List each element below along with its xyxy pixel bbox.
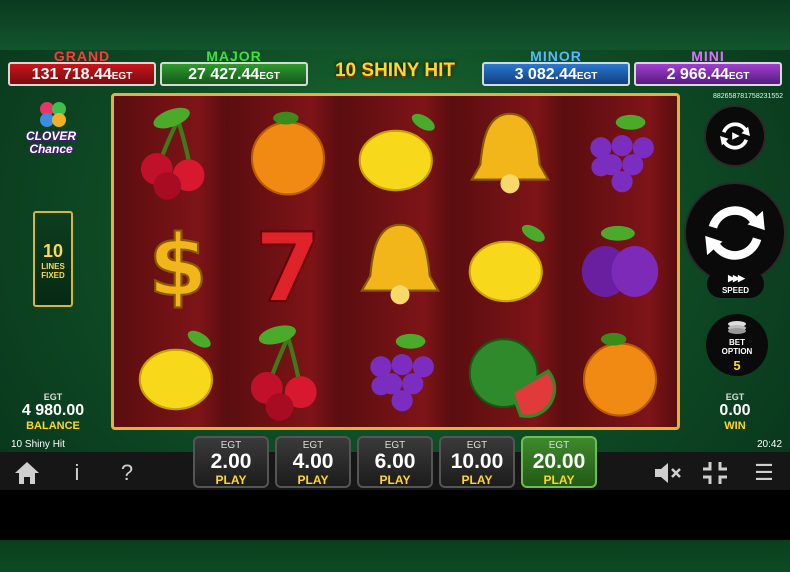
logo-line2: Chance: [29, 142, 73, 156]
help-icon: ?: [120, 460, 134, 485]
coins-icon: [728, 321, 746, 334]
bet-amount: 6.00: [374, 450, 416, 473]
bet-option-label-line1: BET: [729, 338, 745, 347]
symbol-dollar: $: [124, 210, 232, 316]
bet-amount: 4.00: [292, 450, 334, 473]
bet-amount: 2.00: [210, 450, 252, 473]
speed-icon: ▶▶▶: [728, 273, 745, 283]
bottom-green-strip: [0, 540, 790, 572]
bet-amount: 20.00: [532, 450, 586, 473]
menu-button[interactable]: ☰: [749, 459, 779, 487]
balance-label: BALANCE: [26, 420, 80, 432]
reels-area[interactable]: $ 7: [111, 93, 680, 430]
symbol-orange: [234, 99, 342, 205]
symbol-bell: [456, 99, 564, 205]
menu-icon: ☰: [754, 460, 774, 485]
symbol-bell: [346, 210, 454, 316]
sound-muted-icon: [655, 463, 681, 483]
jackpot-major-value: 27 427.44: [188, 66, 260, 83]
fullscreen-button[interactable]: [700, 459, 730, 487]
autoplay-button[interactable]: [704, 105, 766, 167]
symbol-lemon: [124, 318, 232, 424]
logo-text: CLOVER Chance: [16, 130, 86, 156]
bet-option-label: BET OPTION: [706, 338, 768, 356]
top-background: [0, 0, 790, 50]
jackpot-major-box: 27 427.44EGT: [160, 62, 308, 86]
speed-button[interactable]: ▶▶▶ SPEED: [707, 270, 764, 298]
bet-amount: 10.00: [450, 450, 504, 473]
balance-display: EGT 4 980.00 BALANCE: [10, 392, 96, 432]
bet-button-5[interactable]: EGT 20.00 PLAY: [521, 436, 597, 488]
ticket-id: 882658781758231552: [713, 93, 784, 100]
balance-currency: EGT: [43, 392, 63, 402]
info-button[interactable]: i: [62, 459, 92, 487]
jackpot-grand-value: 131 718.44: [31, 66, 112, 83]
win-currency: EGT: [725, 392, 745, 402]
symbol-grapes: [346, 318, 454, 424]
info-icon: i: [74, 460, 80, 485]
symbol-orange: [566, 318, 674, 424]
bet-option-button[interactable]: BET OPTION 5: [706, 314, 768, 376]
clover-icon: [40, 102, 66, 127]
jackpot-grand-currency: EGT: [111, 71, 133, 82]
jackpot-major-currency: EGT: [259, 71, 280, 82]
lines-label: LINES: [41, 262, 65, 271]
jackpot-mini-value: 2 966.44: [666, 66, 729, 83]
win-label: WIN: [724, 420, 746, 432]
home-icon: [15, 462, 39, 484]
bet-button-2[interactable]: EGT 4.00 PLAY: [275, 436, 351, 488]
home-button[interactable]: [12, 459, 42, 487]
symbol-seven: 7: [234, 210, 342, 325]
bet-button-4[interactable]: EGT 10.00 PLAY: [439, 436, 515, 488]
win-amount: 0.00: [719, 402, 751, 419]
game-logo: CLOVER Chance: [16, 100, 86, 164]
jackpot-mini-box: 2 966.44EGT: [634, 62, 782, 86]
jackpot-mini: MINI 2 966.44EGT: [634, 48, 782, 86]
bet-option-value: 5: [733, 358, 741, 373]
balance-amount: 4 980.00: [21, 402, 85, 419]
fullscreen-exit-icon: [703, 462, 727, 484]
symbol-plum: [566, 210, 674, 316]
bet-button-1[interactable]: EGT 2.00 PLAY: [193, 436, 269, 488]
bet-option-label-line2: OPTION: [721, 347, 753, 356]
spin-button[interactable]: [684, 182, 786, 284]
spin-icon: [705, 206, 765, 260]
bet-play-label: PLAY: [215, 473, 247, 487]
speed-label: SPEED: [721, 286, 750, 295]
bet-button-3[interactable]: EGT 6.00 PLAY: [357, 436, 433, 488]
game-title: 10 SHINY HIT: [334, 60, 456, 81]
jackpot-minor-currency: EGT: [576, 71, 598, 82]
symbol-cherry: [124, 99, 232, 205]
bet-play-label: PLAY: [297, 473, 329, 487]
symbol-lemon: [346, 99, 454, 205]
symbol-cherry: [234, 318, 342, 424]
win-display: EGT 0.00 WIN: [705, 392, 765, 432]
help-button[interactable]: ?: [112, 459, 142, 487]
autoplay-icon: [720, 122, 750, 150]
lines-count: 10: [42, 241, 64, 261]
jackpot-minor-value: 3 082.44: [514, 66, 577, 83]
jackpot-major: MAJOR 27 427.44EGT: [160, 48, 308, 86]
status-game-name: 10 Shiny Hit: [11, 439, 65, 450]
status-time: 20:42: [757, 439, 783, 450]
jackpot-mini-currency: EGT: [728, 71, 750, 82]
svg-text:$: $: [148, 216, 207, 315]
sound-button[interactable]: [652, 459, 682, 487]
jackpot-minor-box: 3 082.44EGT: [482, 62, 630, 86]
lines-fixed-badge: 10 LINES FIXED: [33, 211, 73, 307]
jackpot-grand-box: 131 718.44EGT: [8, 62, 156, 86]
lines-fixed-label: FIXED: [41, 271, 65, 280]
jackpot-minor: MINOR 3 082.44EGT: [482, 48, 630, 86]
symbol-watermelon: [456, 318, 564, 424]
svg-text:7: 7: [255, 213, 321, 316]
bottom-black-strip: [0, 490, 790, 540]
bet-play-label: PLAY: [543, 473, 575, 487]
bet-play-label: PLAY: [461, 473, 493, 487]
symbol-lemon: [456, 210, 564, 316]
bet-play-label: PLAY: [379, 473, 411, 487]
symbol-grapes: [566, 99, 674, 205]
jackpot-grand: GRAND 131 718.44EGT: [8, 48, 156, 86]
